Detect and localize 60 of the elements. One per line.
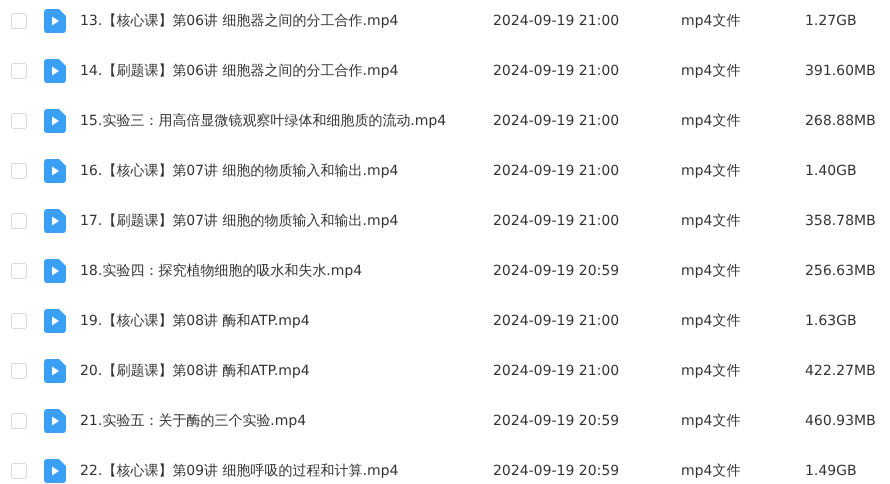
checkbox[interactable] bbox=[11, 213, 27, 229]
modified-date: 2024-09-19 21:00 bbox=[493, 213, 620, 229]
modified-date: 2024-09-19 21:00 bbox=[493, 163, 620, 179]
file-type: mp4文件 bbox=[681, 12, 742, 30]
modified-date: 2024-09-19 21:00 bbox=[493, 363, 620, 379]
video-file-icon bbox=[44, 259, 66, 283]
checkbox[interactable] bbox=[11, 63, 27, 79]
checkbox[interactable] bbox=[11, 313, 27, 329]
file-type: mp4文件 bbox=[681, 212, 742, 230]
video-file-icon bbox=[44, 59, 66, 83]
file-name[interactable]: 22.【核心课】第09讲 细胞呼吸的过程和计算.mp4 bbox=[80, 462, 493, 480]
file-type: mp4文件 bbox=[681, 262, 742, 280]
file-size: 268.88MB bbox=[805, 113, 877, 129]
video-file-icon bbox=[44, 459, 66, 483]
modified-date: 2024-09-19 21:00 bbox=[493, 13, 620, 29]
video-file-icon bbox=[44, 9, 66, 33]
checkbox[interactable] bbox=[11, 163, 27, 179]
file-size: 422.27MB bbox=[805, 363, 877, 379]
file-name[interactable]: 14.【刷题课】第06讲 细胞器之间的分工合作.mp4 bbox=[80, 62, 493, 80]
file-name[interactable]: 21.实验五：关于酶的三个实验.mp4 bbox=[80, 412, 493, 430]
video-file-icon bbox=[44, 359, 66, 383]
file-size: 460.93MB bbox=[805, 413, 877, 429]
modified-date: 2024-09-19 20:59 bbox=[493, 463, 620, 479]
checkbox[interactable] bbox=[11, 363, 27, 379]
file-size: 1.63GB bbox=[805, 313, 858, 329]
checkbox[interactable] bbox=[11, 113, 27, 129]
video-file-icon bbox=[44, 209, 66, 233]
file-type: mp4文件 bbox=[681, 112, 742, 130]
file-type: mp4文件 bbox=[681, 62, 742, 80]
video-file-icon bbox=[44, 309, 66, 333]
checkbox[interactable] bbox=[11, 13, 27, 29]
modified-date: 2024-09-19 20:59 bbox=[493, 413, 620, 429]
file-name[interactable]: 15.实验三：用高倍显微镜观察叶绿体和细胞质的流动.mp4 bbox=[80, 112, 493, 130]
video-file-icon bbox=[44, 159, 66, 183]
file-size: 1.49GB bbox=[805, 463, 858, 479]
modified-date: 2024-09-19 21:00 bbox=[493, 63, 620, 79]
checkbox[interactable] bbox=[11, 463, 27, 479]
file-type: mp4文件 bbox=[681, 362, 742, 380]
modified-date: 2024-09-19 20:59 bbox=[493, 263, 620, 279]
modified-date: 2024-09-19 21:00 bbox=[493, 313, 620, 329]
file-size: 256.63MB bbox=[805, 263, 877, 279]
file-type: mp4文件 bbox=[681, 312, 742, 330]
file-name[interactable]: 13.【核心课】第06讲 细胞器之间的分工合作.mp4 bbox=[80, 12, 493, 30]
file-type: mp4文件 bbox=[681, 162, 742, 180]
checkbox[interactable] bbox=[11, 413, 27, 429]
video-file-icon bbox=[44, 109, 66, 133]
file-name[interactable]: 17.【刷题课】第07讲 细胞的物质输入和输出.mp4 bbox=[80, 212, 493, 230]
file-name[interactable]: 20.【刷题课】第08讲 酶和ATP.mp4 bbox=[80, 362, 493, 380]
video-file-icon bbox=[44, 409, 66, 433]
file-type: mp4文件 bbox=[681, 462, 742, 480]
file-size: 391.60MB bbox=[805, 63, 877, 79]
file-name[interactable]: 16.【核心课】第07讲 细胞的物质输入和输出.mp4 bbox=[80, 162, 493, 180]
file-type: mp4文件 bbox=[681, 412, 742, 430]
modified-date: 2024-09-19 21:00 bbox=[493, 113, 620, 129]
file-size: 358.78MB bbox=[805, 213, 877, 229]
checkbox[interactable] bbox=[11, 263, 27, 279]
file-size: 1.27GB bbox=[805, 13, 858, 29]
file-size: 1.40GB bbox=[805, 163, 858, 179]
file-name[interactable]: 18.实验四：探究植物细胞的吸水和失水.mp4 bbox=[80, 262, 493, 280]
file-name[interactable]: 19.【核心课】第08讲 酶和ATP.mp4 bbox=[80, 312, 493, 330]
